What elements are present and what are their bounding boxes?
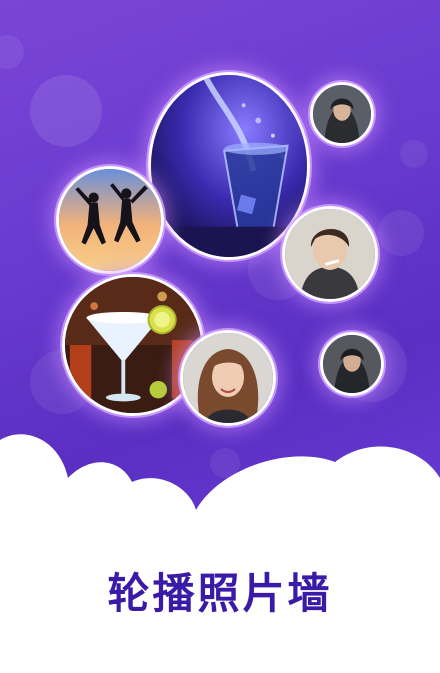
woman-portrait-photo[interactable] — [180, 330, 276, 426]
woman-portrait-icon — [183, 333, 273, 423]
young-man-icon — [285, 209, 375, 299]
margarita-cocktail-icon — [65, 277, 201, 413]
app-screen: 轮播照片墙 — [0, 0, 440, 673]
jumping-people-sunset-photo[interactable] — [56, 166, 164, 274]
jumping-people-icon — [59, 169, 161, 271]
page-title: 轮播照片墙 — [107, 569, 333, 618]
hooded-man-icon — [313, 85, 371, 143]
hooded-man-icon — [323, 335, 381, 393]
young-man-portrait-photo[interactable] — [282, 206, 378, 302]
hooded-man-photo-top[interactable] — [310, 82, 374, 146]
hooded-man-photo-bottom[interactable] — [320, 332, 384, 396]
cocktail-glass-splash-photo[interactable] — [148, 72, 310, 260]
cocktail-glass-splash-icon — [151, 75, 307, 257]
